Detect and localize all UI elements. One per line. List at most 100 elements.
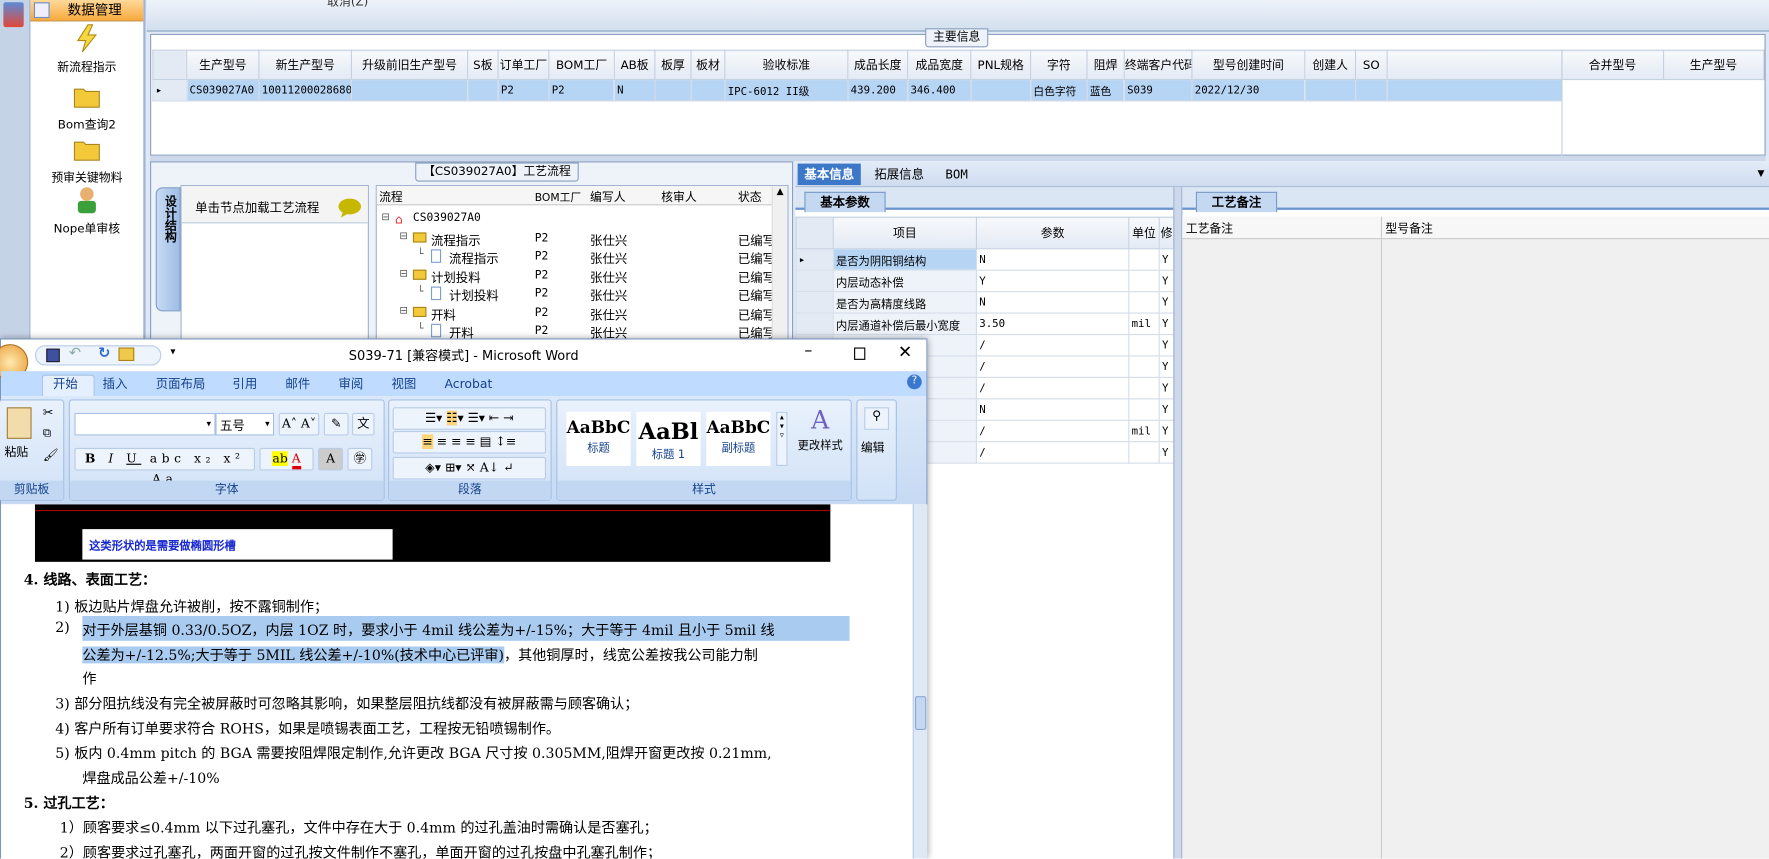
ribbon-tab[interactable]: 审阅 bbox=[338, 375, 363, 395]
column-header[interactable]: 单位 bbox=[1128, 216, 1160, 250]
table-cell[interactable]: N bbox=[975, 398, 1130, 421]
paste-icon[interactable] bbox=[6, 407, 32, 439]
table-cell[interactable] bbox=[1354, 78, 1388, 102]
editing-button[interactable]: 编辑 bbox=[861, 439, 885, 456]
font-size-select[interactable]: 五号 ▾ bbox=[215, 412, 275, 436]
table-cell[interactable] bbox=[467, 78, 499, 102]
column-header[interactable]: BOM工厂 bbox=[548, 49, 615, 81]
table-cell[interactable]: 346.400 bbox=[907, 78, 972, 102]
table-cell[interactable]: mil bbox=[1128, 312, 1160, 336]
table-cell[interactable] bbox=[1128, 291, 1160, 314]
column-header[interactable]: SO bbox=[1354, 49, 1388, 81]
maximize-button[interactable] bbox=[854, 347, 866, 360]
table-cell[interactable] bbox=[1128, 441, 1160, 464]
font-style-buttons[interactable]: B I U abc x₂ x² Aa bbox=[74, 447, 255, 486]
table-cell[interactable]: P2 bbox=[548, 78, 615, 102]
table-cell[interactable]: P2 bbox=[497, 78, 550, 102]
phonetic-button[interactable]: 文 bbox=[351, 412, 375, 436]
table-cell[interactable]: / bbox=[975, 333, 1130, 357]
nav-item-bom-query[interactable]: Bom查询2 bbox=[30, 81, 143, 133]
table-cell[interactable] bbox=[654, 78, 692, 102]
table-cell[interactable]: Y bbox=[1158, 398, 1175, 421]
column-header[interactable]: 新生产型号 bbox=[258, 49, 352, 81]
table-cell[interactable]: Y bbox=[1158, 376, 1175, 400]
column-header[interactable]: 阻焊 bbox=[1086, 49, 1125, 81]
table-cell[interactable]: 2022/12/30 bbox=[1191, 78, 1306, 102]
style-gallery-item[interactable]: AaBbC 副标题 bbox=[706, 411, 771, 466]
table-cell[interactable]: / bbox=[975, 441, 1130, 464]
column-header[interactable]: 流程 bbox=[379, 188, 403, 205]
shading-border-buttons[interactable]: ◈▾ ⊞▾ ⤧ A↓ ↵ bbox=[392, 456, 547, 480]
table-cell[interactable]: Y bbox=[1158, 291, 1175, 314]
help-icon[interactable]: ? bbox=[907, 374, 922, 390]
style-gallery-item[interactable]: AaBl 标题 1 bbox=[636, 411, 701, 466]
column-header[interactable]: 验收标准 bbox=[724, 49, 849, 81]
nav-item-nope-review[interactable]: Nope单审核 bbox=[30, 185, 143, 237]
subtab-basic-params[interactable]: 基本参数 bbox=[804, 191, 886, 213]
column-header[interactable]: 字符 bbox=[1030, 49, 1088, 81]
column-header[interactable]: 创建人 bbox=[1304, 49, 1357, 81]
table-cell[interactable]: Y bbox=[1158, 312, 1175, 336]
nav-item-new-flow[interactable]: 新流程指示 bbox=[30, 24, 143, 76]
column-header[interactable]: AB板 bbox=[613, 49, 656, 81]
highlight-color-button[interactable]: ab A bbox=[259, 447, 314, 471]
table-cell[interactable]: N bbox=[975, 291, 1130, 314]
font-name-select[interactable]: ▾ bbox=[74, 412, 216, 436]
column-header[interactable]: 编写人 bbox=[590, 188, 626, 205]
column-header[interactable]: 成品宽度 bbox=[907, 49, 972, 81]
table-cell[interactable]: 蓝色 bbox=[1086, 78, 1125, 102]
table-row[interactable]: 是否为高精度线路 N Y bbox=[795, 291, 1175, 314]
table-cell[interactable]: N bbox=[975, 248, 1130, 271]
vertical-scrollbar[interactable] bbox=[912, 504, 928, 859]
list-buttons[interactable]: ☰▾ ☷▾ ☰▾ ⇤ ⇥ bbox=[392, 407, 547, 430]
tree-node[interactable]: ⊟ 计划投料 P2 张仕兴 已编写 bbox=[377, 267, 771, 285]
tree-node[interactable]: └ 流程指示 P2 张仕兴 已编写 bbox=[377, 248, 772, 266]
table-cell[interactable] bbox=[1304, 78, 1357, 102]
ribbon-tab[interactable]: 页面布局 bbox=[156, 375, 206, 395]
table-cell[interactable]: CS039027A0 bbox=[186, 78, 260, 102]
process-notes-field[interactable] bbox=[1182, 239, 1383, 859]
vertical-splitter[interactable] bbox=[1173, 187, 1183, 859]
table-cell[interactable]: 内层动态补偿 bbox=[832, 269, 978, 293]
tab-bom[interactable]: BOM bbox=[939, 164, 975, 185]
tree-node[interactable]: ⊟ 流程指示 P2 张仕兴 已编写 bbox=[377, 230, 771, 248]
tree-node[interactable]: ⊟ 开料 P2 张仕兴 已编写 bbox=[377, 304, 771, 322]
table-cell[interactable]: N bbox=[613, 78, 656, 102]
table-cell[interactable]: mil bbox=[1128, 419, 1160, 443]
column-header[interactable]: 板材 bbox=[690, 49, 726, 81]
expand-toggle-icon[interactable]: ⊟ bbox=[399, 231, 408, 242]
document-area[interactable]: 这类形状的是需要做椭圆形槽 4. 线路、表面工艺： 1) 板边贴片焊盘允许被削，… bbox=[1, 504, 913, 859]
table-cell[interactable] bbox=[1128, 398, 1160, 421]
column-header[interactable]: 参数 bbox=[975, 216, 1130, 250]
table-cell[interactable]: IPC-6012 II级 bbox=[724, 78, 849, 102]
column-header[interactable]: 板厚 bbox=[654, 49, 692, 81]
table-cell[interactable]: 白色字符 bbox=[1030, 78, 1088, 102]
tree-node[interactable]: └ 计划投料 P2 张仕兴 已编写 bbox=[377, 285, 772, 303]
grow-font-button[interactable]: A˄ A˅ bbox=[278, 412, 320, 436]
column-header[interactable]: 合并型号 bbox=[1561, 49, 1664, 81]
table-cell[interactable]: 是否为阴阳铜结构 bbox=[832, 248, 978, 271]
ribbon-tab[interactable]: 引用 bbox=[232, 375, 257, 395]
table-cell[interactable]: Y bbox=[1158, 333, 1175, 357]
table-cell[interactable]: 是否为高精度线路 bbox=[832, 291, 978, 314]
subtab-process-notes[interactable]: 工艺备注 bbox=[1195, 191, 1278, 213]
column-header[interactable]: S板 bbox=[467, 49, 499, 81]
column-header[interactable]: 成品长度 bbox=[847, 49, 909, 81]
table-cell[interactable]: Y bbox=[1158, 269, 1175, 293]
binoculars-icon[interactable]: ⚲ bbox=[864, 407, 890, 430]
change-styles-button[interactable]: A 更改样式 bbox=[792, 407, 848, 452]
app-icon[interactable] bbox=[3, 2, 24, 28]
paste-button[interactable]: 粘贴 bbox=[5, 443, 29, 460]
table-cell[interactable] bbox=[1128, 355, 1160, 378]
column-header[interactable]: 生产型号 bbox=[186, 49, 260, 81]
model-notes-field[interactable] bbox=[1382, 239, 1769, 858]
dropdown-arrow-icon[interactable]: ▼ bbox=[1758, 168, 1765, 178]
table-cell[interactable]: Y bbox=[1158, 248, 1175, 271]
clear-format-button[interactable]: ✎ bbox=[323, 412, 349, 436]
expand-toggle-icon[interactable]: ⊟ bbox=[399, 305, 408, 316]
table-cell[interactable]: 10011200028680 bbox=[258, 78, 352, 102]
ribbon-tab[interactable]: 插入 bbox=[103, 375, 128, 395]
table-cell[interactable]: 内层通道补偿后最小宽度 bbox=[832, 312, 978, 336]
copy-icon[interactable]: ⧉ bbox=[43, 428, 51, 440]
table-cell[interactable] bbox=[970, 78, 1032, 102]
